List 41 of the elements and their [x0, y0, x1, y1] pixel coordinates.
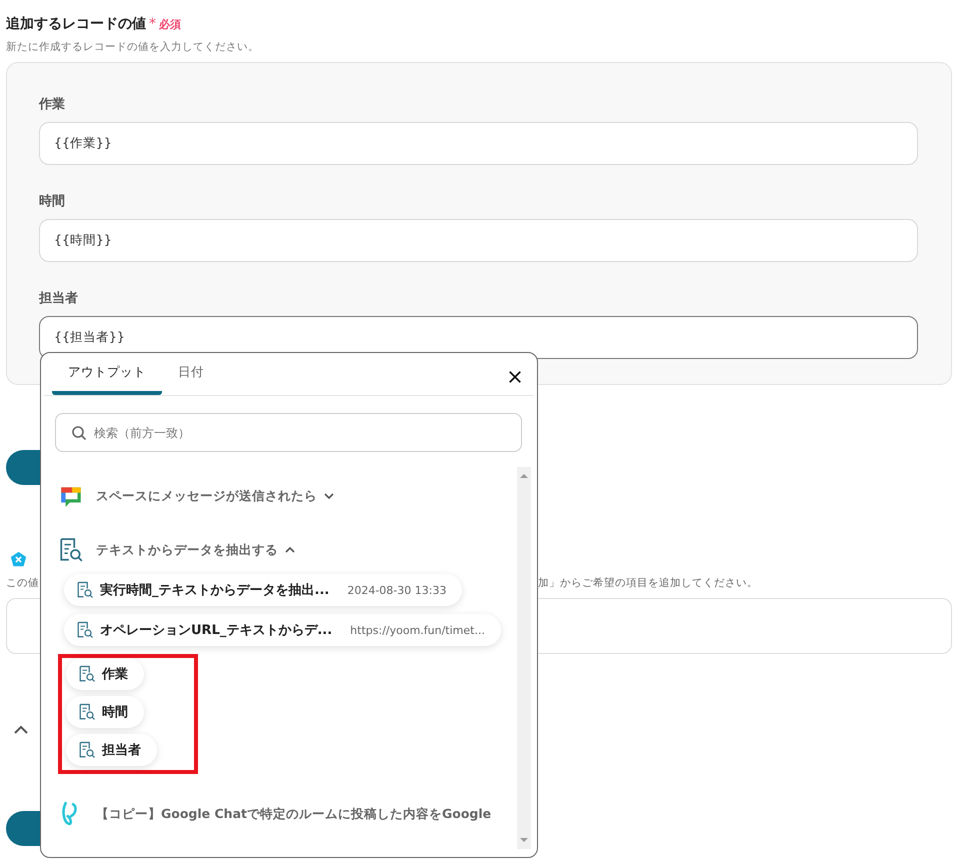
item-name: 担当者 [102, 742, 141, 759]
hint-text: 加」からご希望の項目を追加してください。 [538, 576, 758, 590]
search-icon [71, 425, 87, 441]
document-search-icon [76, 621, 94, 639]
output-item[interactable]: 担当者 [66, 734, 157, 766]
output-item[interactable]: 作業 [66, 658, 144, 690]
x-logo-icon [10, 551, 27, 568]
group-title[interactable]: スペースにメッセージが送信されたら [96, 488, 317, 504]
chevron-icon[interactable] [284, 546, 296, 554]
item-name: 作業 [102, 666, 128, 683]
tab[interactable]: アウトプット [52, 353, 162, 395]
item-name: 実行時間_テキストからデータを抽出... [100, 582, 330, 599]
close-icon[interactable] [508, 370, 522, 384]
field-label: 時間 [39, 193, 66, 210]
group-title[interactable]: テキストからデータを抽出する [96, 542, 278, 558]
document-search-icon [78, 703, 96, 721]
document-search-icon [78, 741, 96, 759]
output-item[interactable]: 時間 [66, 696, 144, 728]
item-value: https://yoom.fun/timet... [350, 624, 485, 636]
item-name: 時間 [102, 704, 128, 721]
item-value: 2024-08-30 13:33 [347, 584, 446, 596]
input-field[interactable]: {{担当者}} [39, 316, 918, 359]
group-title[interactable]: 【コピー】Google Chatで特定のルームに投稿した内容をGoogle [96, 806, 492, 822]
output-item[interactable]: オペレーションURL_テキストからデ... https://yoom.fun/timet... [64, 614, 501, 646]
input-field[interactable]: {{作業}} [39, 122, 918, 165]
section-title: 追加するレコードの値 [6, 15, 146, 33]
output-item[interactable]: 実行時間_テキストからデータを抽出... 2024-08-30 13:33 [64, 574, 462, 606]
document-search-icon [58, 537, 84, 563]
field-label: 担当者 [39, 290, 79, 307]
hint-text: この値 [6, 576, 39, 590]
document-search-icon [78, 665, 96, 683]
chevron-icon[interactable] [323, 492, 335, 500]
field-label: 作業 [39, 96, 66, 113]
input-field[interactable]: {{時間}} [39, 219, 918, 262]
search-field[interactable]: 検索（前方一致） [55, 413, 522, 452]
document-search-icon [76, 581, 94, 599]
required-mark: * [149, 16, 156, 32]
description: 新たに作成するレコードの値を入力してください。 [6, 40, 260, 54]
chevron-up-icon[interactable] [13, 725, 29, 735]
required-label: 必須 [159, 17, 181, 32]
item-name: オペレーションURL_テキストからデ... [100, 622, 332, 639]
